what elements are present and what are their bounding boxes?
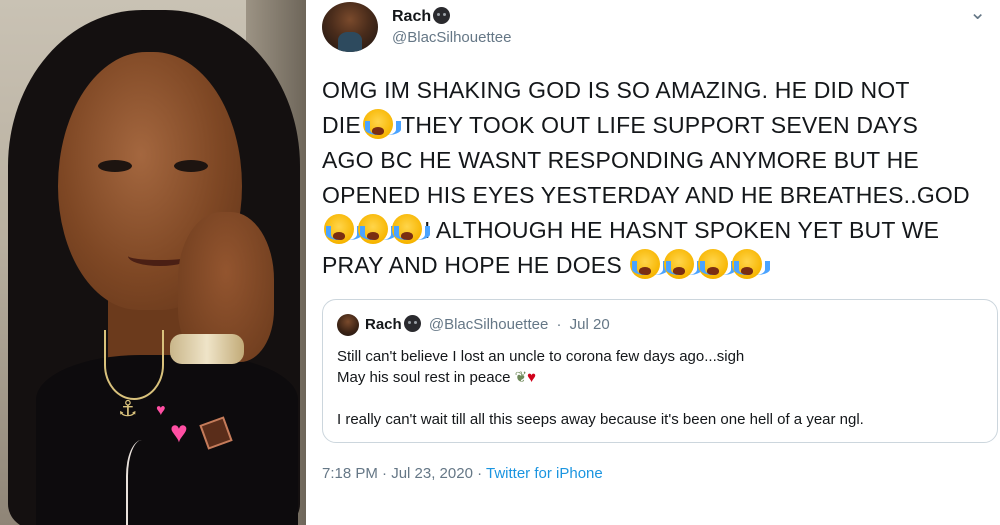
loudly-crying-face-icon — [362, 109, 401, 139]
photo-necklace — [104, 330, 164, 400]
red-heart-icon: ♥ — [527, 369, 537, 386]
dark-face-emoji-icon — [433, 7, 451, 24]
herb-icon: ❦ — [514, 369, 528, 386]
earphone-cable — [126, 440, 166, 525]
dark-face-emoji-icon — [403, 315, 421, 332]
tweet-line-3: AGO BC HE WASNT RESPONDING ANYMORE BUT H… — [322, 147, 919, 173]
photo-eye-left — [98, 160, 132, 172]
loudly-crying-face-icon — [358, 214, 396, 244]
pink-heart-sticker-icon: ♥ — [156, 402, 166, 419]
quoted-tweet-body: Still can't believe I lost an uncle to c… — [337, 346, 987, 430]
tweet-source-link[interactable]: Twitter for iPhone — [486, 465, 603, 482]
quoted-line-2: May his soul rest in peace ❦♥ — [337, 369, 537, 386]
loudly-crying-face-icon — [630, 249, 669, 279]
quoted-author-avatar — [337, 314, 359, 336]
quoted-separator: · — [556, 316, 562, 333]
loudly-crying-face-icon — [664, 249, 703, 279]
tweet-line-6: PRAY AND HOPE HE DOES — [322, 248, 990, 283]
anchor-pendant-icon: ⚓ — [118, 396, 138, 421]
photo-shirt — [36, 355, 298, 525]
quoted-tweet-header: Rach @BlacSilhouettee · Jul 20 — [365, 315, 610, 333]
tweet-footer: 7:18 PM · Jul 23, 2020 · Twitter for iPh… — [322, 465, 603, 482]
photo-watch — [170, 334, 244, 364]
profile-photo: ⚓ ♥ ♥ — [0, 0, 306, 525]
tweet-text: OMG IM SHAKING GOD IS SO AMAZING. HE DID… — [322, 73, 990, 283]
loudly-crying-face-icon — [732, 249, 771, 279]
chevron-down-icon[interactable]: ⌄ — [969, 0, 986, 25]
quoted-date: Jul 20 — [569, 316, 610, 333]
quoted-line-4: I really can't wait till all this seeps … — [337, 411, 864, 428]
loudly-crying-face-icon — [392, 214, 430, 244]
quoted-author-handle: @BlacSilhouettee — [428, 316, 549, 333]
tweet-line-5: ! ALTHOUGH HE HASNT SPOKEN YET BUT WE — [322, 213, 990, 248]
tweet-card: Rach @BlacSilhouettee ⌄ OMG IM SHAKING G… — [306, 0, 1000, 525]
quoted-line-1: Still can't believe I lost an uncle to c… — [337, 348, 745, 365]
quoted-author-display-name: Rach — [365, 315, 421, 333]
tweet-timestamp[interactable]: 7:18 PM · Jul 23, 2020 — [322, 465, 473, 482]
photo-eye-right — [174, 160, 208, 172]
loudly-crying-face-icon — [698, 249, 737, 279]
footer-separator: · — [472, 465, 486, 482]
author-avatar[interactable] — [322, 2, 378, 52]
tweet-line-4: OPENED HIS EYES YESTERDAY AND HE BREATHE… — [322, 182, 970, 208]
quoted-line-3 — [337, 388, 987, 409]
tweet-line-2: DIE THEY TOOK OUT LIFE SUPPORT SEVEN DAY… — [322, 108, 990, 143]
loudly-crying-face-icon — [324, 214, 362, 244]
pink-heart-sticker-icon: ♥ — [170, 416, 188, 449]
author-handle[interactable]: @BlacSilhouettee — [392, 29, 511, 46]
tweet-line-1: OMG IM SHAKING GOD IS SO AMAZING. HE DID… — [322, 77, 910, 103]
author-display-name[interactable]: Rach — [392, 7, 451, 26]
quoted-tweet[interactable]: Rach @BlacSilhouettee · Jul 20 Still can… — [322, 299, 998, 443]
